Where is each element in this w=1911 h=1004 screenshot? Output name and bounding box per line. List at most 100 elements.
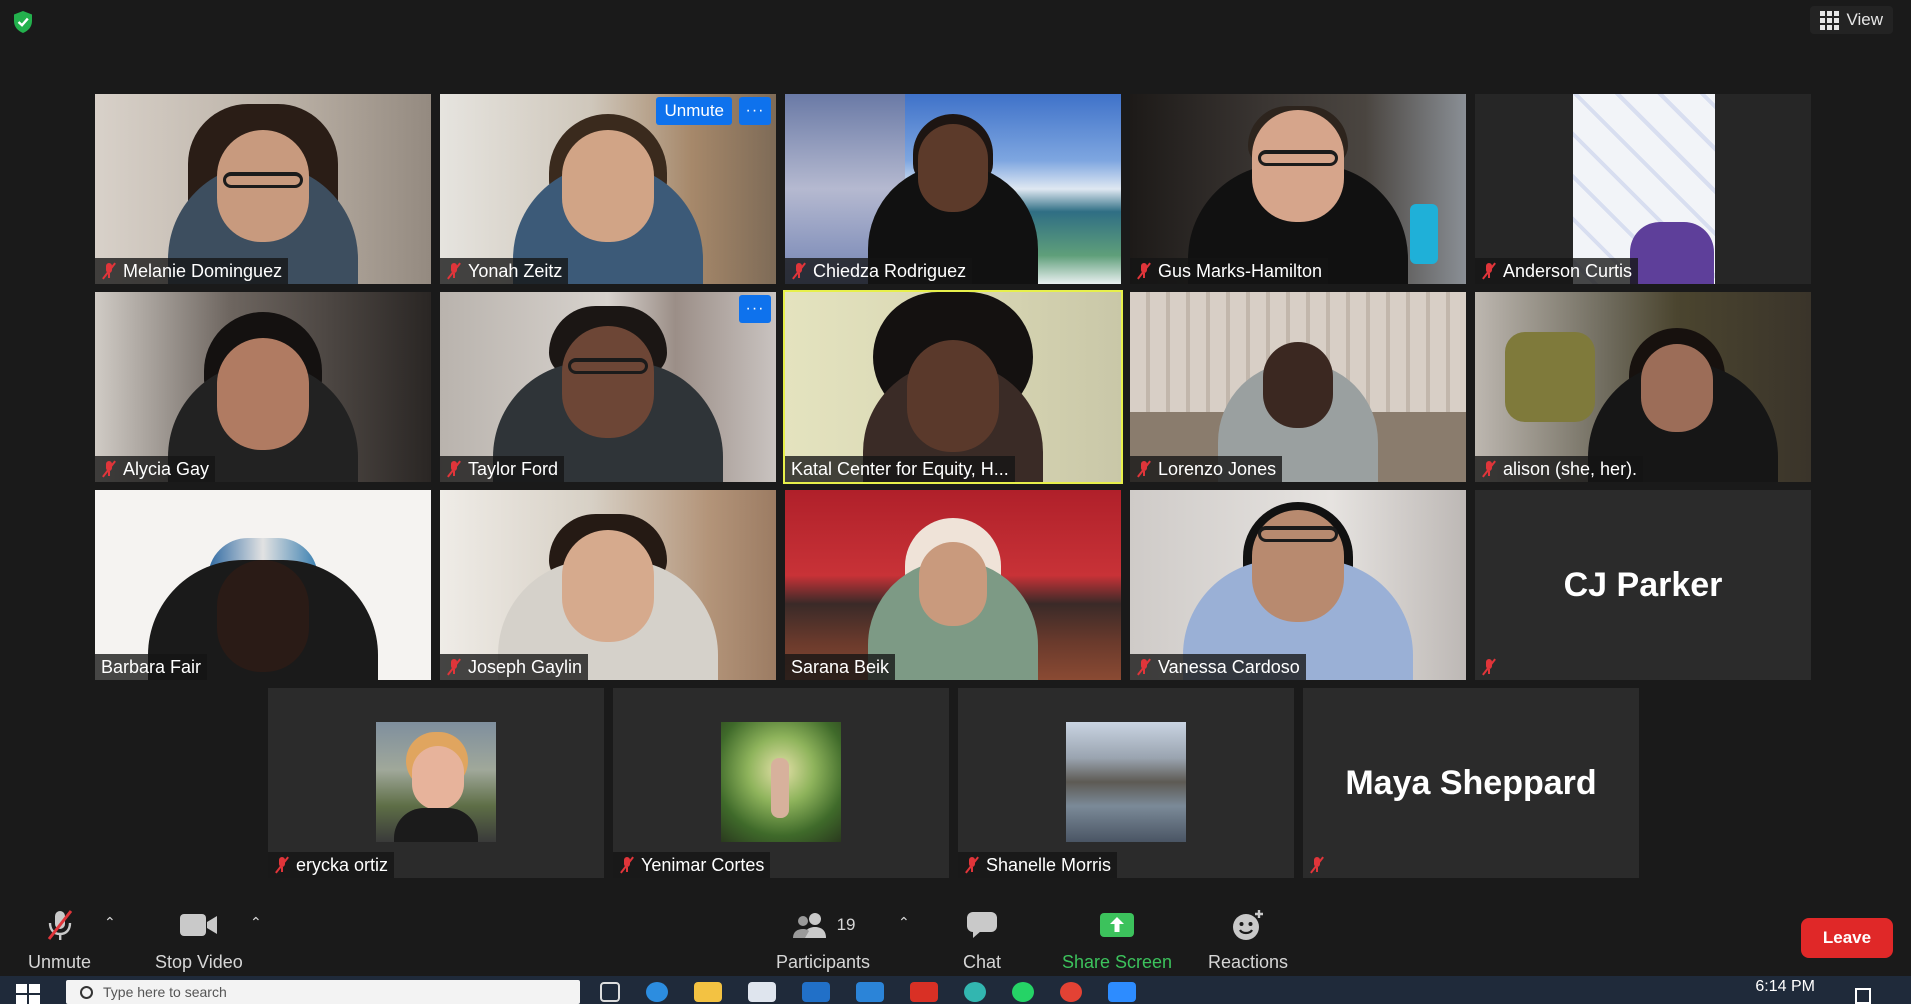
reactions-label: Reactions: [1208, 952, 1289, 972]
zoom-icon[interactable]: [1108, 982, 1136, 1002]
participant-name: Lorenzo Jones: [1158, 458, 1277, 479]
file-explorer-icon[interactable]: [694, 982, 722, 1002]
muted-mic-icon: [1136, 262, 1152, 280]
windows-start-icon[interactable]: [16, 984, 40, 1004]
participant-name-label: Sarana Beik: [785, 654, 896, 680]
muted-mic-icon: [791, 262, 807, 280]
participant-name: Vanessa Cardoso: [1158, 656, 1300, 677]
muted-mic-icon: [964, 856, 980, 874]
share-screen-icon: [1100, 913, 1135, 937]
video-off-tile[interactable]: Maya Sheppard: [1303, 688, 1639, 878]
video-tile[interactable]: Joseph Gaylin: [440, 490, 776, 680]
unmute-participant-button[interactable]: Unmute: [656, 97, 732, 125]
reactions-button[interactable]: Reactions: [1208, 908, 1288, 973]
participant-name: alison (she, her).: [1503, 458, 1638, 479]
participant-name-label: Yenimar Cortes: [613, 852, 771, 878]
video-options-caret[interactable]: ⌃: [250, 914, 262, 931]
more-options-button[interactable]: ···: [739, 295, 771, 323]
mail-icon[interactable]: [802, 982, 830, 1002]
participants-icon: [792, 913, 826, 938]
participant-name-label: Alycia Gay: [95, 456, 216, 482]
participant-name: Alycia Gay: [123, 458, 210, 479]
participants-button[interactable]: 19 Participants: [776, 908, 870, 973]
leave-meeting-button[interactable]: Leave: [1801, 918, 1893, 958]
participant-name-label: alison (she, her).: [1475, 456, 1644, 482]
share-screen-label: Share Screen: [1062, 952, 1173, 972]
video-off-tile[interactable]: Yenimar Cortes: [613, 688, 949, 878]
video-tile[interactable]: ··· Taylor Ford: [440, 292, 776, 482]
profile-picture: [1066, 722, 1186, 842]
participant-name: Gus Marks-Hamilton: [1158, 260, 1323, 281]
reactions-smiley-icon: [1233, 910, 1264, 940]
video-tile[interactable]: Vanessa Cardoso: [1130, 490, 1466, 680]
muted-mic-icon: [1481, 460, 1497, 478]
participant-name-label: Melanie Dominguez: [95, 258, 289, 284]
glasses: [568, 358, 648, 374]
video-camera-icon: [179, 914, 217, 936]
more-options-button[interactable]: ···: [739, 97, 771, 125]
participant-name-label: erycka ortiz: [268, 852, 395, 878]
participant-name-label: Taylor Ford: [440, 456, 565, 482]
muted-mic-icon: [446, 460, 462, 478]
participant-name: Chiedza Rodriguez: [813, 260, 967, 281]
profile-picture: [376, 722, 496, 842]
gmail-icon[interactable]: [910, 982, 938, 1002]
app-icon-blue[interactable]: [856, 982, 884, 1002]
participant-display-name: Maya Sheppard: [1345, 763, 1597, 802]
muted-mic-icon: [446, 262, 462, 280]
participant-name: Yenimar Cortes: [641, 854, 765, 875]
participant-name: Sarana Beik: [791, 656, 890, 677]
participant-name: Katal Center for Equity, H...: [791, 458, 1009, 479]
chat-button[interactable]: Chat: [963, 908, 1001, 973]
stop-video-button[interactable]: Stop Video: [155, 908, 243, 973]
chat-bubble-icon: [967, 912, 998, 938]
participants-options-caret[interactable]: ⌃: [898, 914, 910, 931]
app-icon-teal[interactable]: [964, 982, 986, 1002]
muted-mic-icon: [1481, 262, 1497, 280]
video-tile[interactable]: Melanie Dominguez: [95, 94, 431, 284]
video-tile[interactable]: Sarana Beik: [785, 490, 1121, 680]
video-off-tile[interactable]: erycka ortiz: [268, 688, 604, 878]
muted-mic-icon: [274, 856, 290, 874]
muted-mic-icon: [1136, 460, 1152, 478]
task-view-icon[interactable]: [600, 982, 620, 1002]
video-tile[interactable]: Lorenzo Jones: [1130, 292, 1466, 482]
video-tile[interactable]: Gus Marks-Hamilton: [1130, 94, 1466, 284]
share-screen-button[interactable]: Share Screen: [1062, 908, 1172, 973]
video-tile[interactable]: Barbara Fair: [95, 490, 431, 680]
store-icon[interactable]: [748, 982, 776, 1002]
participants-count: 19: [836, 915, 856, 934]
video-off-tile[interactable]: Shanelle Morris: [958, 688, 1294, 878]
participant-name-label: Barbara Fair: [95, 654, 208, 680]
chrome-icon[interactable]: [1060, 982, 1082, 1002]
audio-options-caret[interactable]: ⌃: [104, 914, 116, 931]
participant-name: erycka ortiz: [296, 854, 389, 875]
edge-browser-icon[interactable]: [646, 982, 668, 1002]
glasses: [223, 172, 303, 188]
video-tile[interactable]: Chiedza Rodriguez: [785, 94, 1121, 284]
participant-name-label: [1303, 852, 1331, 878]
stop-video-label: Stop Video: [155, 952, 243, 972]
video-tile[interactable]: Anderson Curtis: [1475, 94, 1811, 284]
muted-mic-icon: [1136, 658, 1152, 676]
participant-name: Yonah Zeitz: [468, 260, 563, 281]
participant-name-label: Katal Center for Equity, H...: [785, 456, 1015, 482]
meeting-toolbar: Unmute ⌃ Stop Video ⌃ 19 Participants ⌃: [0, 894, 1911, 976]
participant-name: Barbara Fair: [101, 656, 202, 677]
participant-name: Anderson Curtis: [1503, 260, 1633, 281]
active-speaker-tile[interactable]: Katal Center for Equity, H...: [783, 290, 1123, 484]
unmute-label: Unmute: [28, 952, 92, 972]
whatsapp-icon[interactable]: [1012, 982, 1034, 1002]
video-tile[interactable]: Unmute ··· Yonah Zeitz: [440, 94, 776, 284]
video-tile[interactable]: Alycia Gay: [95, 292, 431, 482]
participant-name: Shanelle Morris: [986, 854, 1112, 875]
video-tile[interactable]: alison (she, her).: [1475, 292, 1811, 482]
muted-mic-icon: [619, 856, 635, 874]
notifications-icon[interactable]: [1855, 988, 1871, 1004]
taskbar-clock[interactable]: 6:14 PM: [1755, 978, 1815, 996]
participant-name: Joseph Gaylin: [468, 656, 583, 677]
unmute-button[interactable]: Unmute: [28, 908, 91, 973]
muted-mic-icon: [101, 262, 117, 280]
video-off-tile[interactable]: CJ Parker: [1475, 490, 1811, 680]
taskbar-search-box[interactable]: Type here to search: [66, 980, 580, 1004]
